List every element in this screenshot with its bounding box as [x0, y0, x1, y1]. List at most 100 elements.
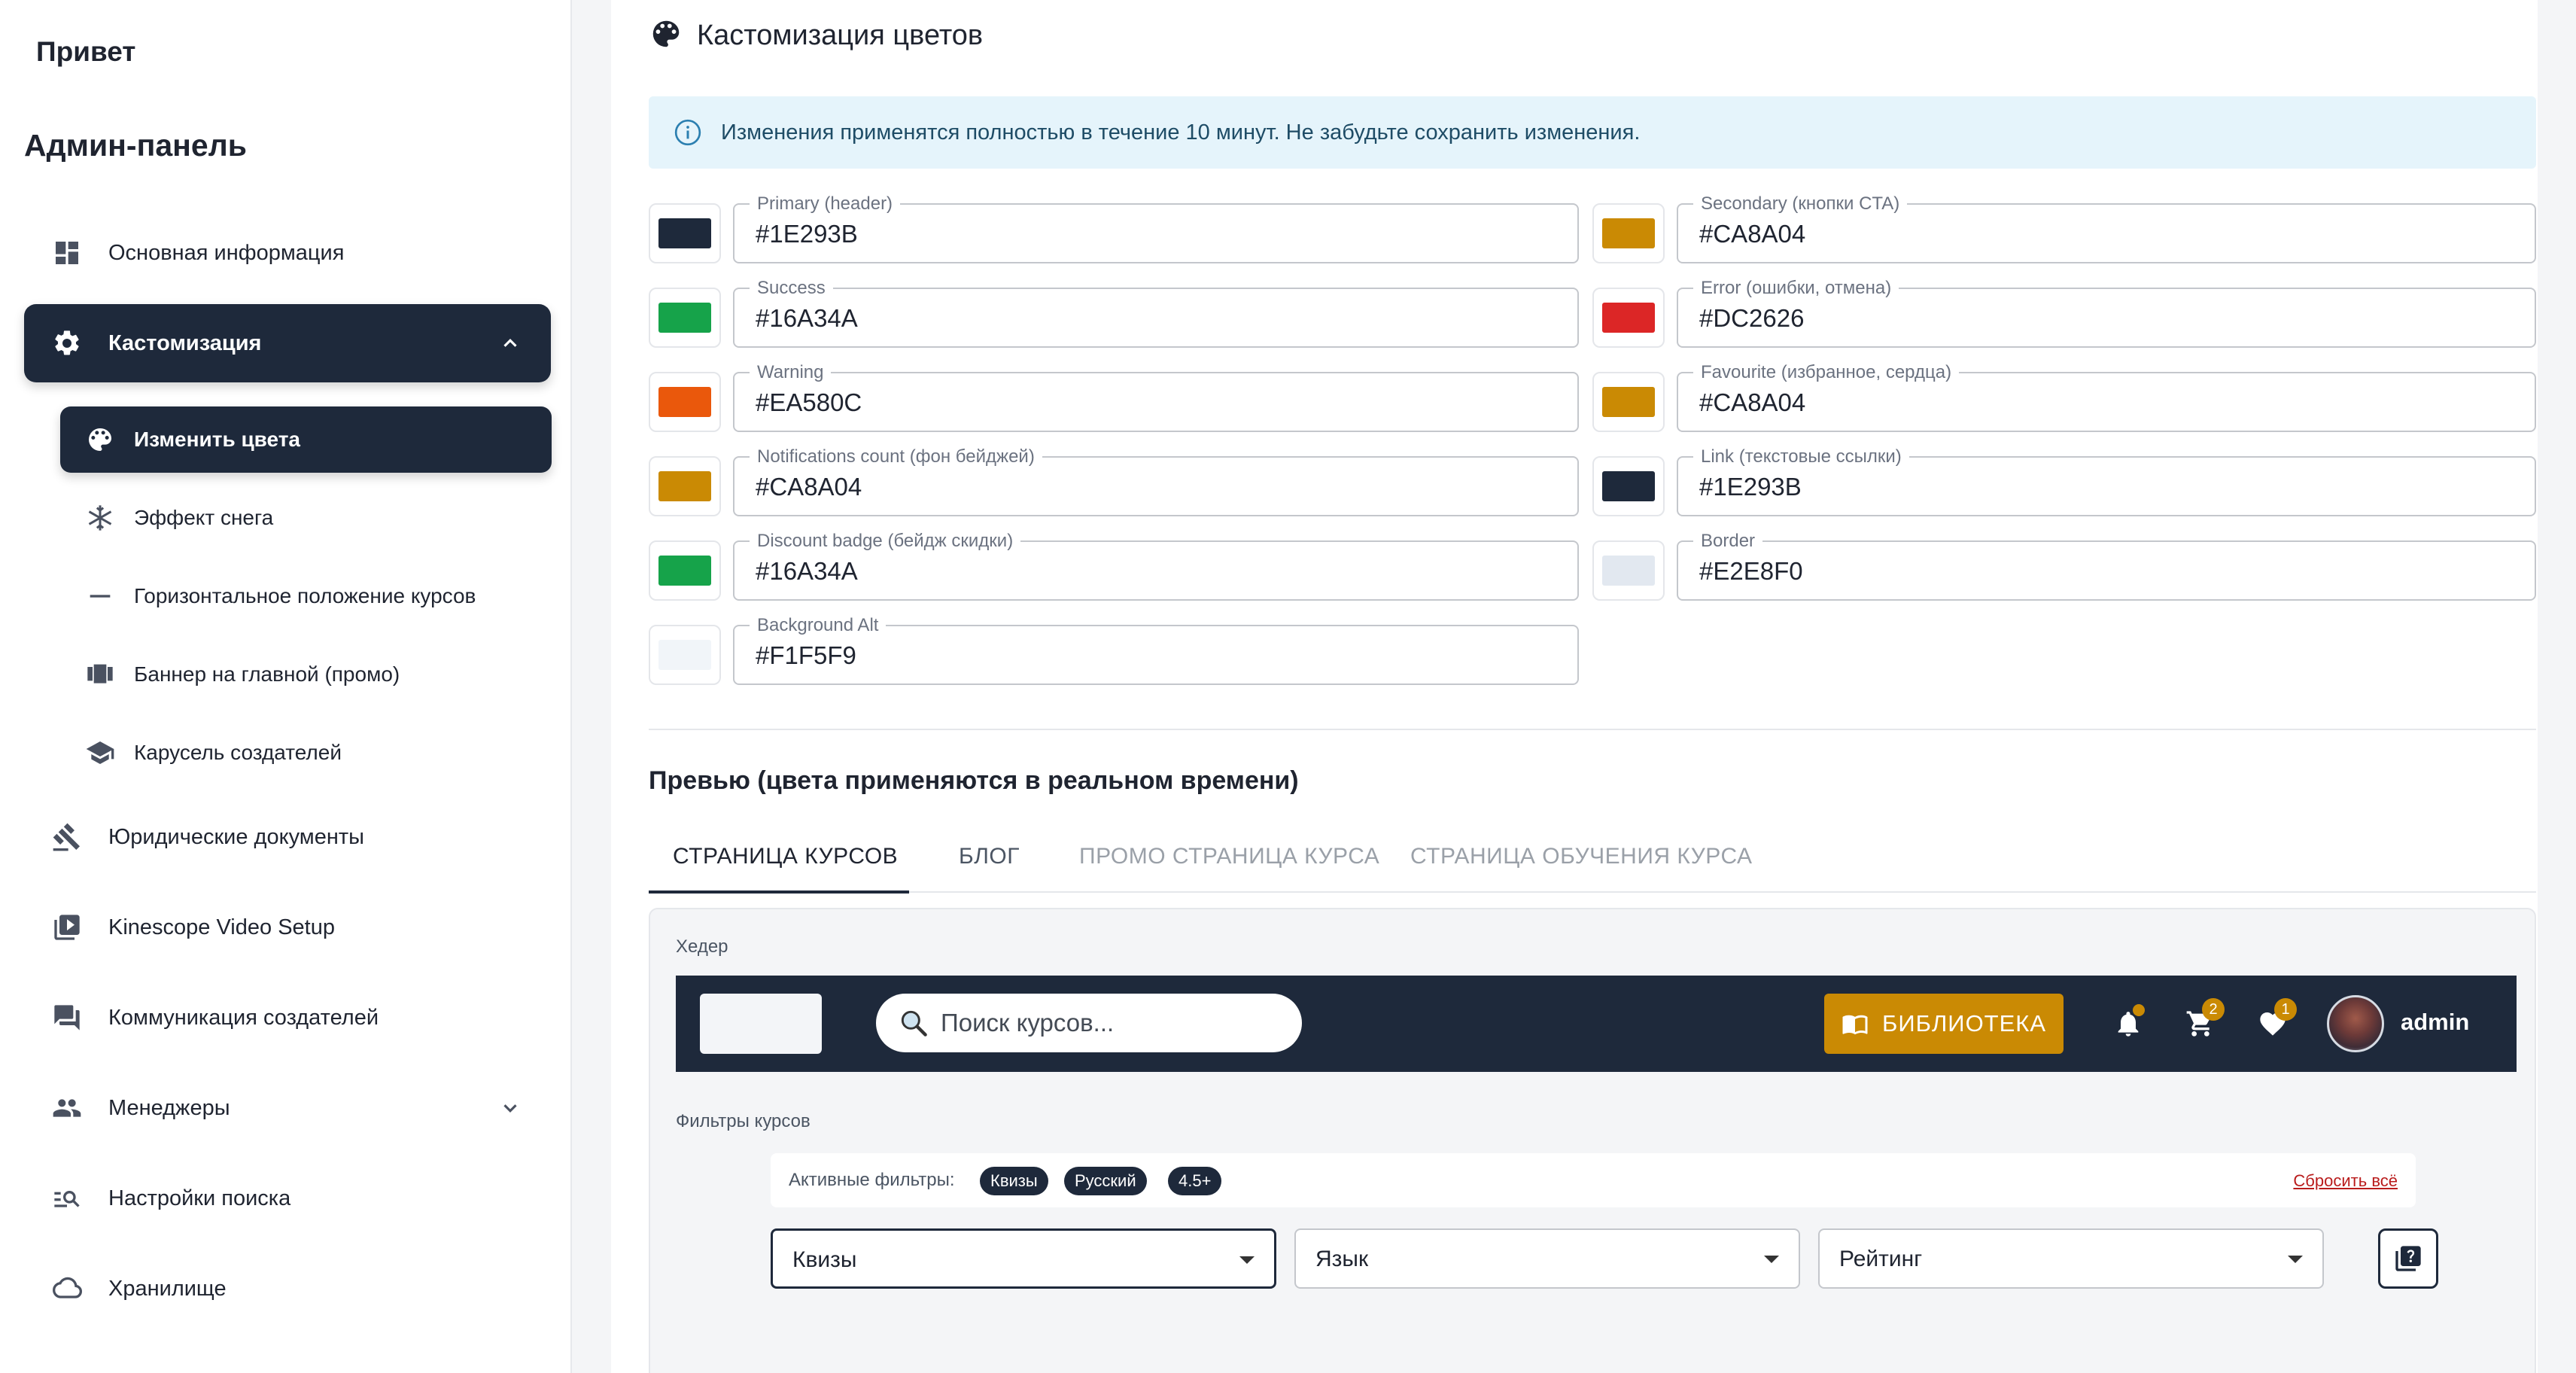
field-value: #DC2626 — [1699, 304, 1805, 332]
info-text: Изменения применятся полностью в течение… — [721, 120, 1641, 145]
color-picker-button[interactable] — [649, 456, 721, 516]
filter-chip[interactable]: 4.5+ — [1168, 1167, 1222, 1195]
field-label: Notifications count (фон бейджей) — [750, 446, 1042, 467]
reset-filters-link[interactable]: Сбросить всё — [2293, 1171, 2398, 1191]
sidebar-subitem-horizontal-courses[interactable]: Горизонтальное положение курсов — [60, 563, 552, 629]
field-value: #CA8A04 — [1699, 220, 1806, 248]
color-input[interactable]: Border #E2E8F0 — [1677, 531, 2536, 601]
color-field-favourite: Favourite (избранное, сердца) #CA8A04 — [1592, 362, 2536, 432]
color-picker-button[interactable] — [1592, 372, 1665, 432]
color-picker-button[interactable] — [1592, 203, 1665, 263]
color-swatch — [658, 303, 711, 333]
sidebar-subitem-label: Эффект снега — [134, 506, 274, 529]
search-placeholder: Поиск курсов... — [941, 1009, 1115, 1037]
school-icon — [83, 735, 117, 770]
cart-button[interactable]: 2 — [2179, 998, 2225, 1045]
sidebar-subitem-label: Горизонтальное положение курсов — [134, 584, 476, 607]
language-select[interactable]: Язык — [1294, 1228, 1800, 1289]
main-content: Кастомизация цветов Изменения применятся… — [611, 0, 2538, 1373]
select-value: Квизы — [792, 1247, 857, 1272]
color-input[interactable]: Background Alt #F1F5F9 — [733, 615, 1579, 685]
color-input[interactable]: Secondary (кнопки CTA) #CA8A04 — [1677, 193, 2536, 263]
preview-tabs: СТРАНИЦА КУРСОВ БЛОГ ПРОМО СТРАНИЦА КУРС… — [649, 820, 2536, 894]
logo-placeholder[interactable] — [700, 994, 822, 1054]
select-value: Язык — [1315, 1247, 1369, 1271]
sidebar-item-label: Kinescope Video Setup — [108, 915, 335, 939]
sidebar-item-customization[interactable]: Кастомизация — [24, 304, 551, 382]
field-label: Secondary (кнопки CTA) — [1693, 193, 1908, 215]
color-picker-button[interactable] — [1592, 540, 1665, 601]
sidebar-item-storage[interactable]: Хранилище — [24, 1250, 551, 1328]
quiz-help-button[interactable] — [2378, 1228, 2438, 1289]
sidebar-item-legal-docs[interactable]: Юридические документы — [24, 798, 551, 876]
tab-course-learning[interactable]: СТРАНИЦА ОБУЧЕНИЯ КУРСА — [1410, 820, 1752, 893]
search-input[interactable]: Поиск курсов... — [876, 994, 1302, 1052]
color-picker-button[interactable] — [1592, 288, 1665, 348]
filter-chip[interactable]: Квизы — [980, 1167, 1048, 1195]
library-button[interactable]: БИБЛИОТЕКА — [1824, 994, 2064, 1054]
color-field-border: Border #E2E8F0 — [1592, 531, 2536, 601]
chevron-up-icon[interactable] — [497, 330, 524, 357]
video-library-icon — [48, 909, 86, 946]
field-value: #CA8A04 — [1699, 388, 1806, 416]
color-input[interactable]: Notifications count (фон бейджей) #CA8A04 — [733, 446, 1579, 516]
color-input[interactable]: Primary (header) #1E293B — [733, 193, 1579, 263]
chat-icon — [48, 999, 86, 1037]
sidebar-subitem-change-colors[interactable]: Изменить цвета — [60, 406, 552, 473]
notifications-button[interactable] — [2107, 1003, 2149, 1045]
field-label: Background Alt — [750, 615, 887, 636]
favourites-count-badge: 1 — [2274, 998, 2297, 1021]
tab-course-promo[interactable]: ПРОМО СТРАНИЦА КУРСА — [1079, 820, 1379, 893]
color-input[interactable]: Warning #EA580C — [733, 362, 1579, 432]
color-field-primary: Primary (header) #1E293B — [649, 193, 1579, 263]
rating-select[interactable]: Рейтинг — [1818, 1228, 2324, 1289]
field-label: Favourite (избранное, сердца) — [1693, 362, 1960, 383]
color-field-link: Link (текстовые ссылки) #1E293B — [1592, 446, 2536, 516]
color-field-success: Success #16A34A — [649, 278, 1579, 348]
sidebar-subitem-promo-banner[interactable]: Баннер на главной (промо) — [60, 641, 552, 708]
color-picker-button[interactable] — [649, 203, 721, 263]
dropdown-arrow-icon — [1239, 1256, 1255, 1264]
color-picker-button[interactable] — [649, 372, 721, 432]
tab-blog[interactable]: БЛОГ — [959, 820, 1020, 893]
sidebar-item-creators-communication[interactable]: Коммуникация создателей — [24, 979, 551, 1057]
sidebar-item-label: Юридические документы — [108, 824, 364, 849]
sidebar-subitem-creators-carousel[interactable]: Карусель создателей — [60, 720, 552, 786]
color-swatch — [658, 556, 711, 586]
quiz-select[interactable]: Квизы — [771, 1228, 1276, 1289]
color-input[interactable]: Link (текстовые ссылки) #1E293B — [1677, 446, 2536, 516]
page-title-text: Кастомизация цветов — [697, 20, 984, 51]
color-input[interactable]: Favourite (избранное, сердца) #CA8A04 — [1677, 362, 2536, 432]
color-picker-button[interactable] — [649, 540, 721, 601]
username[interactable]: admin — [2401, 1009, 2469, 1036]
info-icon — [674, 119, 701, 146]
dropdown-arrow-icon — [2288, 1256, 2303, 1263]
preview-header: Поиск курсов... БИБЛИОТЕКА 2 1 admin — [676, 976, 2517, 1072]
sidebar-subitem-label: Изменить цвета — [134, 428, 301, 451]
color-input[interactable]: Discount badge (бейдж скидки) #16A34A — [733, 531, 1579, 601]
field-value: #F1F5F9 — [756, 641, 856, 669]
color-picker-button[interactable] — [1592, 456, 1665, 516]
tab-courses-page[interactable]: СТРАНИЦА КУРСОВ — [673, 820, 898, 893]
sidebar-item-search-settings[interactable]: Настройки поиска — [24, 1159, 551, 1238]
color-input[interactable]: Error (ошибки, отмена) #DC2626 — [1677, 278, 2536, 348]
field-value: #EA580C — [756, 388, 862, 416]
field-label: Link (текстовые ссылки) — [1693, 446, 1909, 467]
filters-section-label: Фильтры курсов — [676, 1111, 811, 1131]
chevron-down-icon[interactable] — [497, 1094, 524, 1122]
manage-search-icon — [48, 1180, 86, 1217]
sidebar-item-kinescope[interactable]: Kinescope Video Setup — [24, 888, 551, 967]
color-swatch — [1602, 387, 1655, 417]
color-input[interactable]: Success #16A34A — [733, 278, 1579, 348]
color-picker-button[interactable] — [649, 625, 721, 685]
color-swatch — [658, 640, 711, 670]
sidebar-item-main-info[interactable]: Основная информация — [24, 214, 551, 292]
avatar[interactable] — [2327, 995, 2384, 1052]
preview-panel: Хедер Поиск курсов... БИБЛИОТЕКА 2 1 adm… — [649, 908, 2536, 1373]
sidebar-subitem-snow-effect[interactable]: Эффект снега — [60, 485, 552, 551]
filter-chip[interactable]: Русский — [1064, 1167, 1147, 1195]
field-label: Error (ошибки, отмена) — [1693, 278, 1899, 299]
favourites-button[interactable]: 1 — [2252, 998, 2297, 1045]
sidebar-item-managers[interactable]: Менеджеры — [24, 1069, 551, 1147]
color-picker-button[interactable] — [649, 288, 721, 348]
